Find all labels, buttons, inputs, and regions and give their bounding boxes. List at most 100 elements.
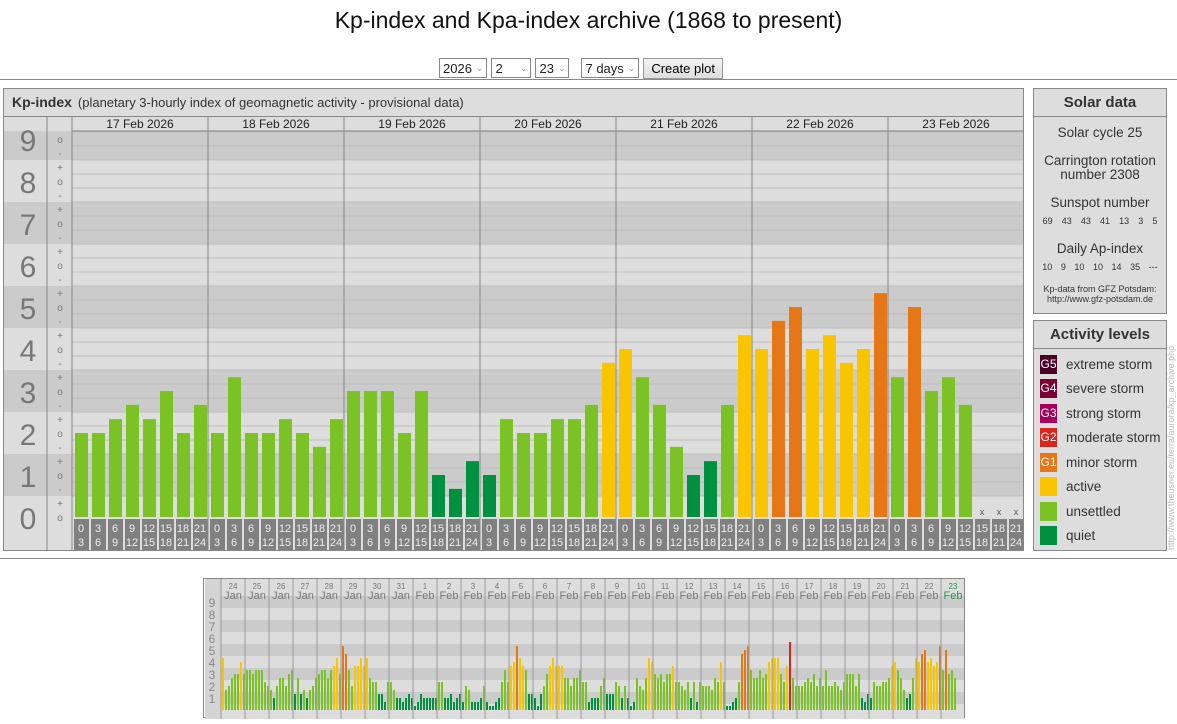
hour-label: 15 bbox=[959, 537, 971, 549]
hour-label: 15 bbox=[432, 523, 444, 535]
mini-kp-bar bbox=[600, 686, 602, 710]
mini-month-label: Feb bbox=[536, 590, 555, 602]
hour-label: 3 bbox=[350, 537, 356, 549]
mini-kp-bar bbox=[381, 694, 383, 710]
mini-kp-bar bbox=[945, 650, 947, 710]
hour-label: 15 bbox=[551, 537, 563, 549]
mini-kp-bar bbox=[609, 694, 611, 710]
missing-marker: x bbox=[980, 507, 985, 517]
mini-kp-bar bbox=[570, 686, 572, 710]
create-plot-button[interactable]: Create plot bbox=[643, 58, 723, 79]
mini-month-label: Feb bbox=[656, 590, 675, 602]
sunspot-value: 13 bbox=[1119, 216, 1130, 226]
hour-label: 12 bbox=[262, 537, 274, 549]
day-label: 22 Feb 2026 bbox=[786, 117, 854, 131]
kp-bar bbox=[636, 377, 649, 517]
hour-label: 3 bbox=[231, 523, 237, 535]
sunspot-value: 3 bbox=[1138, 216, 1144, 226]
kp-bar bbox=[279, 419, 292, 517]
range-select[interactable]: 7 days ⌄ bbox=[581, 58, 640, 78]
mini-kp-bar bbox=[696, 701, 698, 710]
mini-kp-bar bbox=[927, 662, 929, 710]
mini-kp-bar bbox=[345, 653, 347, 710]
kp-bar bbox=[874, 293, 887, 517]
hour-label: 12 bbox=[823, 523, 835, 535]
mini-kp-bar bbox=[657, 677, 659, 710]
mini-kp-bar bbox=[672, 665, 674, 710]
activity-legend: G5 extreme storm G4 severe storm G3 strong st… bbox=[1034, 349, 1166, 548]
mini-kp-bar bbox=[309, 689, 311, 710]
hour-label: 0 bbox=[214, 523, 220, 535]
hour-label: 3 bbox=[758, 537, 764, 549]
mini-kp-bar bbox=[840, 689, 842, 710]
hour-label: 21 bbox=[874, 523, 886, 535]
day-label: 19 Feb 2026 bbox=[378, 117, 446, 131]
y-subtick-label: o bbox=[57, 471, 63, 482]
mini-kp-bar bbox=[240, 662, 242, 710]
day-select[interactable]: 23 ⌄ bbox=[535, 58, 570, 78]
y-tick-label: 7 bbox=[20, 209, 37, 242]
hour-label: 24 bbox=[602, 537, 614, 549]
mini-kp-bar bbox=[519, 658, 521, 710]
kp-bar bbox=[228, 377, 241, 517]
mini-kp-bar bbox=[882, 682, 884, 710]
mini-kp-bar bbox=[474, 701, 476, 710]
kp-bar bbox=[143, 419, 156, 517]
mini-month-label: Feb bbox=[896, 590, 915, 602]
mini-kp-bar bbox=[471, 701, 473, 710]
chevron-down-icon: ⌄ bbox=[475, 62, 484, 73]
kp-bar bbox=[466, 461, 479, 517]
hour-label: 6 bbox=[639, 537, 645, 549]
hour-label: 12 bbox=[143, 523, 155, 535]
mini-kp-bar bbox=[417, 701, 419, 710]
mini-kp-bar bbox=[495, 701, 497, 710]
mini-kp-bar bbox=[303, 689, 305, 710]
y-subtick-label: - bbox=[58, 401, 61, 412]
mini-kp-bar bbox=[669, 674, 671, 710]
mini-kp-bar bbox=[639, 686, 641, 710]
kp-bar bbox=[160, 391, 173, 517]
mini-kp-bar bbox=[777, 658, 779, 710]
hour-label: 9 bbox=[792, 537, 798, 549]
kp-bar bbox=[602, 362, 615, 517]
kp-panel-header: Kp-index (planetary 3-hourly index of geo… bbox=[4, 89, 1023, 117]
kp-bar bbox=[653, 404, 666, 517]
mini-kp-bar bbox=[453, 701, 455, 710]
source-link[interactable]: http://www.gfz-potsdam.de bbox=[1034, 294, 1166, 304]
mini-kp-bar bbox=[510, 665, 512, 710]
mini-kp-bar bbox=[477, 701, 479, 710]
mini-kp-bar bbox=[354, 665, 356, 710]
mini-month-label: Feb bbox=[584, 590, 603, 602]
mini-kp-bar bbox=[492, 706, 494, 710]
hour-label: 21 bbox=[330, 523, 342, 535]
y-subtick-label: - bbox=[58, 191, 61, 202]
mini-month-label: Feb bbox=[608, 590, 627, 602]
level-label: moderate storm bbox=[1066, 430, 1161, 446]
year-select[interactable]: 2026 ⌄ bbox=[439, 58, 488, 78]
hour-label: 3 bbox=[775, 523, 781, 535]
mini-kp-bar bbox=[279, 677, 281, 710]
solar-heading: Solar data bbox=[1034, 89, 1166, 117]
hour-label: 21 bbox=[313, 537, 325, 549]
hour-label: 6 bbox=[231, 537, 237, 549]
mini-month-label: Feb bbox=[464, 590, 483, 602]
hour-label: 24 bbox=[1010, 537, 1022, 549]
mini-kp-bar bbox=[897, 670, 899, 710]
mini-kp-bar bbox=[378, 694, 380, 710]
hour-label: 0 bbox=[758, 523, 764, 535]
hour-label: 6 bbox=[248, 523, 254, 535]
activity-level-item: G2 moderate storm bbox=[1034, 426, 1166, 451]
hour-label: 0 bbox=[350, 523, 356, 535]
kp-index-panel: Kp-index (planetary 3-hourly index of geo… bbox=[3, 88, 1024, 551]
hour-label: 15 bbox=[143, 537, 155, 549]
hour-label: 21 bbox=[449, 537, 461, 549]
hour-label: 9 bbox=[945, 523, 951, 535]
mini-month-label: Feb bbox=[704, 590, 723, 602]
month-select[interactable]: 2 ⌄ bbox=[491, 58, 532, 78]
activity-level-item: G5 extreme storm bbox=[1034, 352, 1166, 377]
hour-label: 24 bbox=[738, 537, 750, 549]
activity-level-item: active bbox=[1034, 475, 1166, 500]
mini-kp-bar bbox=[663, 682, 665, 710]
kp-bar bbox=[585, 404, 598, 517]
missing-marker: x bbox=[1014, 507, 1019, 517]
